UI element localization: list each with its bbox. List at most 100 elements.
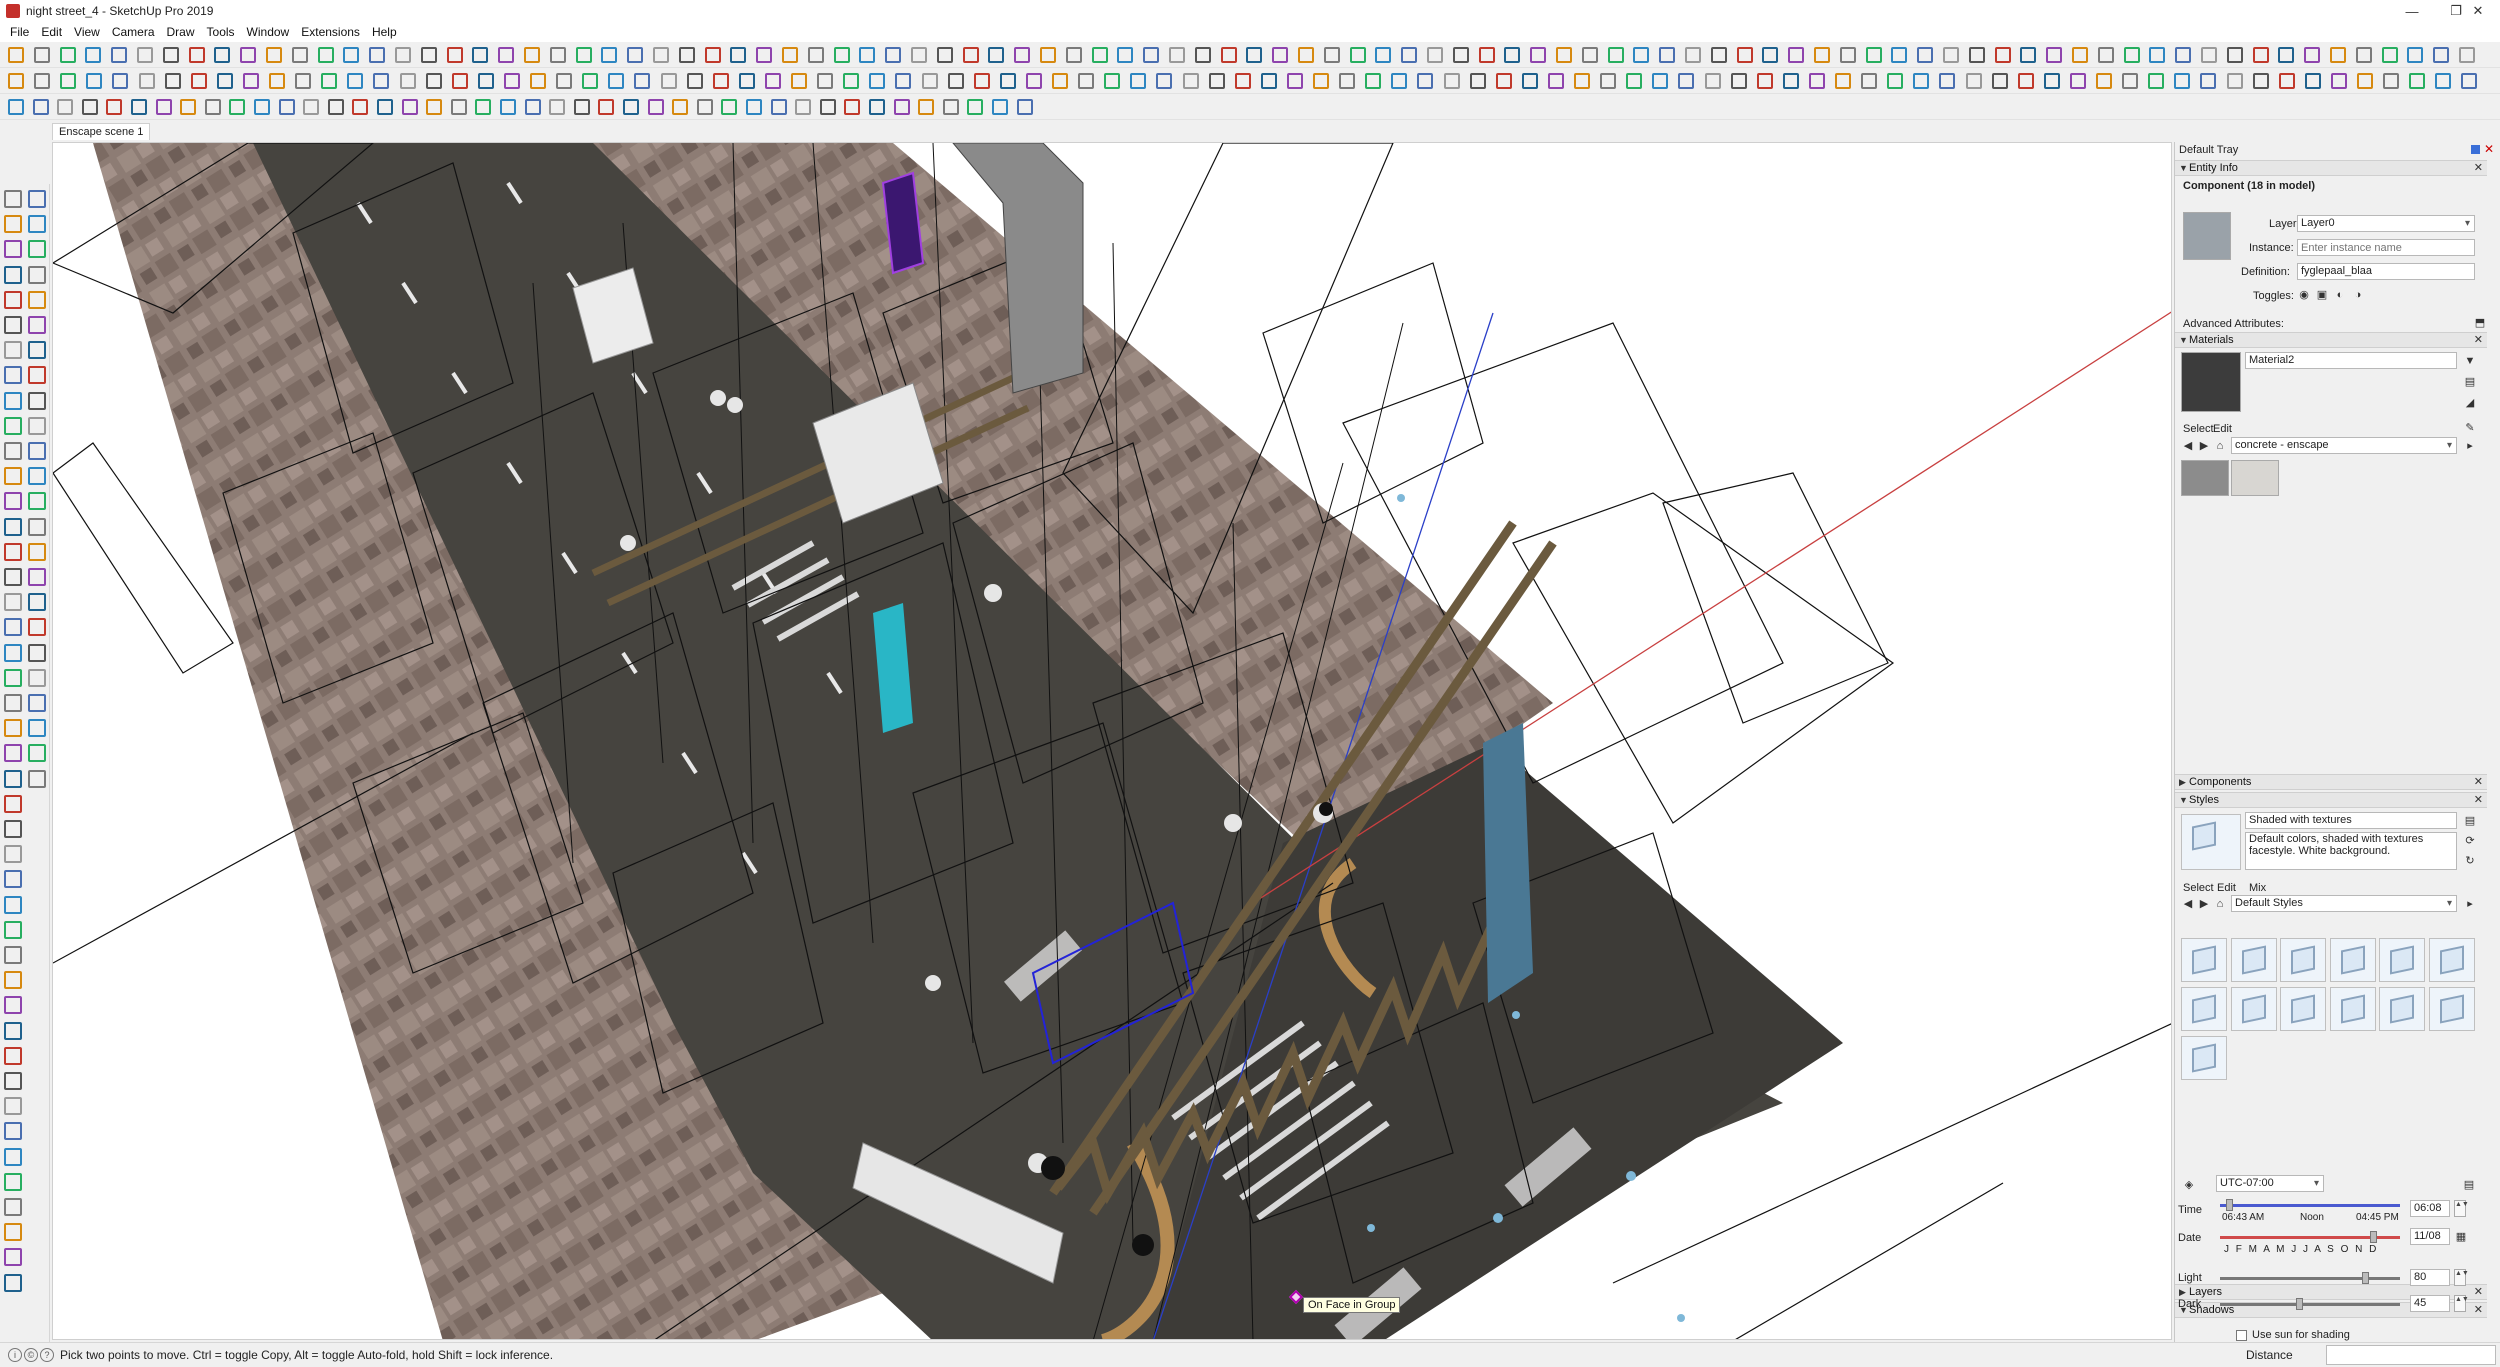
left-tool-icon-12-1[interactable] bbox=[4, 467, 22, 486]
menu-window[interactable]: Window bbox=[241, 25, 296, 39]
materials-tab-select[interactable]: Select bbox=[2183, 423, 2214, 435]
dark-slider-knob[interactable] bbox=[2296, 1298, 2303, 1310]
materials-tab-edit[interactable]: Edit bbox=[2213, 423, 2232, 435]
top-tool-icon-36[interactable] bbox=[911, 47, 927, 63]
draw-tool-icon-12[interactable] bbox=[278, 99, 295, 115]
mid-tool-icon-27[interactable] bbox=[686, 73, 703, 89]
mid-tool-icon-1[interactable] bbox=[8, 73, 24, 89]
details-arrow-icon[interactable]: ▸ bbox=[2463, 439, 2477, 453]
top-tool-icon-67[interactable] bbox=[1710, 47, 1727, 63]
mid-tool-icon-29[interactable] bbox=[738, 73, 755, 89]
mid-tool-icon-77[interactable] bbox=[1991, 73, 2008, 89]
top-tool-icon-66[interactable] bbox=[1685, 47, 1701, 63]
top-tool-icon-93[interactable] bbox=[2381, 47, 2398, 63]
left-tool-icon-33-1[interactable] bbox=[4, 996, 22, 1015]
top-tool-icon-89[interactable] bbox=[2278, 47, 2295, 63]
left-tool-icon-32-1[interactable] bbox=[4, 971, 22, 990]
close-panel-icon[interactable]: ✕ bbox=[2474, 1303, 2483, 1317]
left-tool-icon-16-1[interactable] bbox=[4, 568, 22, 586]
mid-tool-icon-42[interactable] bbox=[1078, 73, 1095, 89]
menu-tools[interactable]: Tools bbox=[201, 25, 241, 39]
left-tool-icon-19-1[interactable] bbox=[4, 643, 22, 662]
mid-tool-icon-18[interactable] bbox=[451, 73, 468, 89]
top-tool-icon-1[interactable] bbox=[8, 47, 24, 63]
mid-tool-icon-4[interactable] bbox=[86, 73, 103, 89]
style-thumbnail[interactable] bbox=[2181, 987, 2227, 1031]
credits-icon[interactable]: © bbox=[24, 1348, 38, 1362]
hidden-toggle-icon[interactable]: ◉ bbox=[2297, 288, 2311, 302]
close-panel-icon[interactable]: ✕ bbox=[2474, 161, 2483, 175]
mid-tool-icon-41[interactable] bbox=[1052, 73, 1068, 89]
draw-tool-icon-33[interactable] bbox=[795, 99, 812, 115]
top-tool-icon-42[interactable] bbox=[1065, 47, 1082, 63]
left-tool-icon-3-2[interactable] bbox=[28, 240, 46, 259]
timezone-dropdown[interactable]: UTC-07:00 bbox=[2216, 1175, 2324, 1192]
style-library-dropdown[interactable]: Default Styles bbox=[2231, 895, 2457, 912]
draw-tool-icon-28[interactable] bbox=[672, 99, 689, 115]
top-tool-icon-22[interactable] bbox=[549, 47, 566, 63]
left-tool-icon-28-1[interactable] bbox=[4, 870, 22, 889]
left-tool-icon-29-1[interactable] bbox=[4, 895, 22, 914]
mid-tool-icon-26[interactable] bbox=[660, 73, 677, 89]
mid-tool-icon-64[interactable] bbox=[1652, 73, 1669, 89]
style-thumbnail[interactable] bbox=[2379, 987, 2425, 1031]
draw-tool-icon-27[interactable] bbox=[647, 99, 664, 115]
top-tool-icon-6[interactable] bbox=[137, 47, 153, 63]
update-style-icon[interactable]: ⟳ bbox=[2463, 834, 2477, 848]
top-tool-icon-74[interactable] bbox=[1891, 47, 1908, 63]
draw-tool-icon-1[interactable] bbox=[8, 99, 24, 115]
left-tool-icon-43-1[interactable] bbox=[4, 1248, 22, 1267]
mid-tool-icon-90[interactable] bbox=[2330, 73, 2347, 89]
draw-tool-icon-8[interactable] bbox=[180, 99, 197, 115]
back-arrow-icon[interactable]: ◀ bbox=[2181, 897, 2195, 911]
paint-bucket-icon[interactable]: ▼ bbox=[2463, 354, 2477, 368]
close-panel-icon[interactable]: ✕ bbox=[2474, 793, 2483, 807]
top-tool-icon-51[interactable] bbox=[1298, 47, 1314, 63]
top-tool-icon-14[interactable] bbox=[343, 47, 360, 63]
layer-dropdown[interactable]: Layer0 bbox=[2297, 215, 2475, 232]
mid-tool-icon-47[interactable] bbox=[1208, 73, 1225, 89]
left-tool-icon-14-2[interactable] bbox=[28, 517, 46, 536]
draw-tool-icon-24[interactable] bbox=[573, 99, 590, 115]
light-slider[interactable] bbox=[2220, 1277, 2400, 1280]
menu-help[interactable]: Help bbox=[366, 25, 403, 39]
mid-tool-icon-6[interactable] bbox=[138, 73, 155, 89]
left-tool-icon-6-1[interactable] bbox=[4, 316, 22, 334]
date-slider-knob[interactable] bbox=[2370, 1231, 2377, 1243]
dark-spinner[interactable]: ▲▼ bbox=[2454, 1295, 2469, 1312]
left-tool-icon-4-1[interactable] bbox=[4, 265, 22, 284]
top-tool-icon-19[interactable] bbox=[472, 47, 489, 63]
left-tool-icon-3-1[interactable] bbox=[4, 240, 22, 259]
draw-tool-icon-22[interactable] bbox=[524, 99, 541, 115]
mid-tool-icon-68[interactable] bbox=[1756, 73, 1773, 89]
forward-arrow-icon[interactable]: ▶ bbox=[2197, 897, 2211, 911]
menu-view[interactable]: View bbox=[68, 25, 106, 39]
top-tool-icon-23[interactable] bbox=[575, 47, 592, 63]
mid-tool-icon-3[interactable] bbox=[60, 73, 77, 89]
left-tool-icon-14-1[interactable] bbox=[4, 517, 22, 536]
top-tool-icon-85[interactable] bbox=[2175, 47, 2192, 63]
mid-tool-icon-78[interactable] bbox=[2017, 73, 2034, 89]
top-tool-icon-29[interactable] bbox=[730, 47, 747, 63]
left-tool-icon-6-2[interactable] bbox=[28, 316, 46, 334]
minimize-button[interactable]: — bbox=[2390, 0, 2434, 22]
mid-tool-icon-71[interactable] bbox=[1835, 73, 1851, 89]
mid-tool-icon-2[interactable] bbox=[34, 73, 51, 89]
draw-tool-icon-2[interactable] bbox=[32, 99, 49, 115]
mid-tool-icon-95[interactable] bbox=[2461, 73, 2478, 89]
mid-tool-icon-17[interactable] bbox=[425, 73, 442, 89]
top-tool-icon-46[interactable] bbox=[1169, 47, 1185, 63]
top-tool-icon-56[interactable] bbox=[1427, 47, 1443, 63]
draw-tool-icon-19[interactable] bbox=[450, 99, 467, 115]
left-tool-icon-20-2[interactable] bbox=[28, 668, 46, 687]
top-tool-icon-71[interactable] bbox=[1814, 47, 1830, 63]
top-tool-icon-16[interactable] bbox=[395, 47, 411, 63]
left-tool-icon-24-1[interactable] bbox=[4, 769, 22, 788]
left-tool-icon-13-2[interactable] bbox=[28, 492, 46, 511]
draw-tool-icon-18[interactable] bbox=[426, 99, 443, 115]
style-thumbnail[interactable] bbox=[2230, 987, 2277, 1031]
mid-tool-icon-51[interactable] bbox=[1313, 73, 1329, 89]
top-tool-icon-69[interactable] bbox=[1762, 47, 1779, 63]
mid-tool-icon-50[interactable] bbox=[1286, 73, 1303, 89]
draw-tool-icon-15[interactable] bbox=[352, 99, 369, 115]
